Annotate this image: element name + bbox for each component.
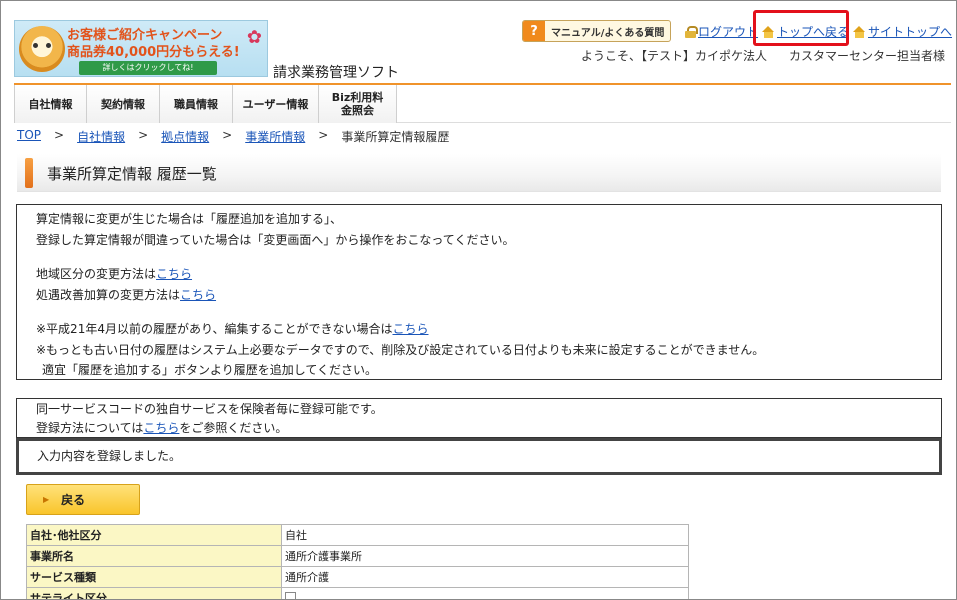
- satellite-checkbox: [285, 592, 296, 599]
- flower-icon: ✿: [246, 27, 262, 48]
- row-key: サービス種類: [26, 566, 282, 588]
- row-key: サテライト区分: [26, 587, 282, 599]
- manual-faq-button[interactable]: ? マニュアル/よくある質問: [522, 20, 672, 42]
- nav-tab-contract-info[interactable]: 契約情報: [87, 85, 160, 123]
- arrow-right-icon: ▶: [43, 495, 50, 504]
- old-history-link[interactable]: こちら: [392, 322, 428, 336]
- nav-tab-staff-info[interactable]: 職員情報: [160, 85, 233, 123]
- info-line: ※もっとも古い日付の履歴はシステム上必要なデータですので、削除及び設定されている…: [36, 342, 765, 357]
- logout-link[interactable]: ログアウト: [685, 23, 758, 40]
- row-value: 自社: [281, 524, 689, 546]
- staff-name: カスタマーセンター担当者様: [789, 49, 946, 63]
- dog-mascot-icon: [19, 26, 65, 72]
- info-line: 登録した算定情報が間違っていた場合は「変更画面へ」から操作をおこなってください。: [36, 232, 515, 247]
- treatment-change-link[interactable]: こちら: [180, 288, 216, 302]
- table-row: 自社･他社区分 自社: [26, 524, 689, 546]
- nav-tab-company-info[interactable]: 自社情報: [14, 85, 87, 123]
- back-button[interactable]: ▶ 戻る: [26, 484, 140, 515]
- info-line: 地域区分の変更方法はこちら: [36, 267, 193, 281]
- row-key: 事業所名: [26, 545, 282, 567]
- row-value: 通所介護事業所: [281, 545, 689, 567]
- banner-line2: 商品券40,000円分もらえる!: [67, 45, 240, 60]
- region-change-link[interactable]: こちら: [156, 267, 192, 281]
- breadcrumb-separator: >: [54, 128, 65, 142]
- info-line: ※平成21年4月以前の履歴があり、編集することができない場合はこちら: [36, 322, 429, 336]
- page-heading: 事業所算定情報 履歴一覧: [17, 154, 941, 192]
- question-icon: ?: [523, 21, 545, 41]
- site-top-label: サイトトップへ: [868, 25, 953, 39]
- office-detail-table: 自社･他社区分 自社 事業所名 通所介護事業所 サービス種類 通所介護 サテライ…: [26, 524, 689, 599]
- main-nav: 自社情報 契約情報 職員情報 ユーザー情報 Biz利用料金照会: [14, 83, 951, 123]
- table-row: 事業所名 通所介護事業所: [26, 545, 689, 567]
- app-title: 請求業務管理ソフト: [273, 65, 399, 81]
- breadcrumb-current: 事業所算定情報履歴: [341, 130, 450, 144]
- page-title: 事業所算定情報 履歴一覧: [47, 165, 217, 183]
- table-row: サービス種類 通所介護: [26, 566, 689, 588]
- logout-label: ログアウト: [698, 25, 759, 39]
- breadcrumb-office-info[interactable]: 事業所情報: [245, 128, 305, 145]
- table-row: サテライト区分: [26, 587, 689, 599]
- breadcrumb-separator: >: [222, 128, 233, 142]
- success-message: 入力内容を登録しました。: [16, 438, 942, 475]
- highlight-annotation: [753, 10, 849, 46]
- info-line: 算定情報に変更が生じた場合は「履歴追加を追加する」、: [36, 212, 343, 226]
- banner-cta: 詳しくはクリックしてね!: [79, 61, 217, 75]
- breadcrumb-branch-info[interactable]: 拠点情報: [161, 128, 209, 145]
- nav-tab-user-info[interactable]: ユーザー情報: [233, 85, 319, 123]
- note-line: 登録方法についてはこちらをご参照ください。: [36, 421, 288, 435]
- breadcrumb: TOP > 自社情報 > 拠点情報 > 事業所情報 > 事業所算定情報履歴: [17, 128, 449, 145]
- info-box: 算定情報に変更が生じた場合は「履歴追加を追加する」、 登録した算定情報が間違って…: [16, 204, 942, 380]
- breadcrumb-top[interactable]: TOP: [17, 128, 41, 145]
- note-box: 同一サービスコードの独自サービスを保険者毎に登録可能です。 登録方法についてはこ…: [16, 398, 942, 438]
- home-icon: [853, 25, 866, 38]
- registration-method-link[interactable]: こちら: [143, 421, 179, 435]
- info-line: 処遇改善加算の変更方法はこちら: [36, 287, 217, 302]
- nav-tab-biz-fee[interactable]: Biz利用料金照会: [319, 85, 397, 123]
- row-key: 自社･他社区分: [26, 524, 282, 546]
- breadcrumb-separator: >: [318, 128, 329, 142]
- info-line: 適宜「履歴を追加する」ボタンより履歴を追加してください。: [42, 363, 378, 377]
- back-button-label: 戻る: [61, 493, 86, 507]
- row-value: [281, 587, 689, 599]
- row-value: 通所介護: [281, 566, 689, 588]
- manual-faq-label: マニュアル/よくある質問: [551, 27, 665, 39]
- app-window: お客様ご紹介キャンペーン 商品券40,000円分もらえる! 詳しくはクリックして…: [0, 0, 957, 600]
- campaign-banner[interactable]: お客様ご紹介キャンペーン 商品券40,000円分もらえる! 詳しくはクリックして…: [14, 20, 268, 77]
- site-top-link[interactable]: サイトトップへ: [853, 23, 952, 40]
- breadcrumb-separator: >: [138, 128, 149, 142]
- welcome-text: ようこそ、【テスト】カイポケ法人: [581, 49, 768, 63]
- lock-icon: [685, 25, 698, 38]
- note-line: 同一サービスコードの独自サービスを保険者毎に登録可能です。: [36, 402, 383, 416]
- heading-accent-bar: [25, 158, 33, 188]
- breadcrumb-company-info[interactable]: 自社情報: [77, 128, 125, 145]
